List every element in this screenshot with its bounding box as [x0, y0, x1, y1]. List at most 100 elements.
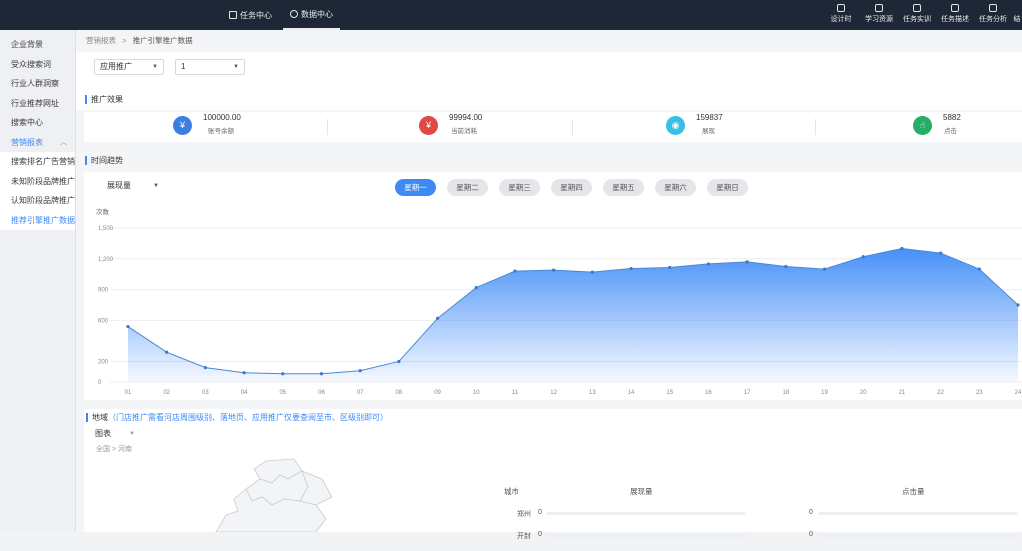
- x-tick-label: 05: [279, 390, 286, 396]
- sidebar-group-marketing-report[interactable]: 营销报表 ︿: [0, 133, 75, 153]
- x-tick-label: 21: [899, 390, 906, 396]
- plan-select[interactable]: 1 ▼: [175, 59, 245, 75]
- sidebar-item-label: 营销报表: [11, 137, 43, 147]
- impressions-bar: [546, 512, 746, 515]
- tool-label: 任务分析: [979, 16, 1007, 23]
- x-tick-label: 19: [821, 390, 828, 396]
- stat-value: 100000.00: [203, 113, 241, 122]
- tool-label: 结: [1013, 16, 1021, 23]
- divider: [327, 119, 328, 135]
- nav-data-center[interactable]: 数据中心: [283, 0, 340, 30]
- sidebar-item-industry-sites[interactable]: 行业推荐网址: [0, 94, 75, 114]
- stat-label: 账号余额: [208, 128, 234, 135]
- diamond-icon: [913, 4, 921, 12]
- region-path[interactable]: 全国 > 河南: [96, 444, 132, 454]
- tab-thursday[interactable]: 星期四: [551, 179, 592, 196]
- clock-icon: [290, 10, 298, 18]
- metric-select[interactable]: 展现量 ▼: [102, 179, 164, 195]
- nav-task-center[interactable]: 任务中心: [222, 0, 279, 30]
- row-city: 郑州: [517, 511, 531, 518]
- stat-value: 159837: [696, 113, 723, 122]
- x-tick-label: 03: [202, 390, 209, 396]
- row-impressions: 0: [538, 509, 542, 516]
- x-tick-label: 12: [550, 390, 557, 396]
- document-icon: [951, 4, 959, 12]
- sidebar-item-unknown-stage[interactable]: 未知阶段品牌推广: [0, 171, 75, 191]
- tool-learning-resource[interactable]: 学习资源: [860, 2, 898, 24]
- tool-task-training[interactable]: 任务实训: [898, 2, 936, 24]
- data-point: [977, 267, 981, 271]
- tool-label: 任务实训: [903, 16, 931, 23]
- x-tick-label: 04: [241, 390, 248, 396]
- tab-sunday[interactable]: 星期日: [707, 179, 748, 196]
- trend-panel: 展现量 ▼ 星期一 星期二 星期三 星期四 星期五 星期六 星期日 次数 0 200 6…: [84, 172, 1022, 400]
- tool-task-description[interactable]: 任务描述: [936, 2, 974, 24]
- sidebar-item-search-ads[interactable]: 搜索排名广告营销: [0, 152, 75, 172]
- timer-icon: [837, 4, 845, 12]
- tab-saturday[interactable]: 星期六: [655, 179, 696, 196]
- tab-tuesday[interactable]: 星期二: [447, 179, 488, 196]
- sidebar-item-company-bg[interactable]: 企业背景: [0, 35, 75, 55]
- tool-label: 任务描述: [941, 16, 969, 23]
- sidebar-item-cognitive-stage[interactable]: 认知阶段品牌推广: [0, 191, 75, 211]
- divider: [815, 119, 816, 135]
- sidebar-item-label: 搜索中心: [11, 118, 43, 127]
- tab-monday[interactable]: 星期一: [395, 179, 436, 196]
- x-tick-label: 24: [1015, 390, 1022, 396]
- tool-task-analysis[interactable]: 任务分析: [974, 2, 1012, 24]
- col-city: 城市: [504, 487, 519, 496]
- tab-friday[interactable]: 星期五: [603, 179, 644, 196]
- trend-section-title: 时间趋势: [85, 156, 123, 165]
- data-point: [319, 372, 324, 376]
- sidebar: 企业背景 受众搜索词 行业人群洞察 行业推荐网址 搜索中心 营销报表 ︿ 搜索排名…: [0, 30, 76, 532]
- blank-icon: [1013, 4, 1021, 12]
- data-point: [668, 265, 672, 270]
- main-content: 营销报表 > 推广引擎推广数据 应用推广 ▼ 1 ▼ 推广效果 ¥ 100000.0…: [76, 30, 1022, 540]
- x-tick-label: 02: [163, 390, 170, 396]
- row-clicks: 0: [809, 531, 813, 538]
- tab-wednesday[interactable]: 星期三: [499, 179, 540, 196]
- promotion-type-select[interactable]: 应用推广 ▼: [94, 59, 164, 75]
- x-tick-label: 22: [937, 390, 944, 396]
- region-section-title: 地域（门店推广需看河店周围级别、落地页、应用推广仅要查阅至市、区级别即可）: [86, 413, 388, 422]
- data-point: [590, 270, 594, 274]
- chevron-down-icon: ▼: [153, 183, 159, 189]
- x-tick-label: 17: [744, 390, 751, 396]
- y-tick-label: 600: [98, 318, 109, 324]
- data-point: [822, 267, 827, 271]
- stat-value: 5882: [943, 113, 961, 122]
- data-point: [900, 246, 904, 251]
- data-point: [358, 369, 362, 373]
- data-point: [1016, 303, 1020, 307]
- clicks-bar: [818, 534, 1018, 537]
- tool-end[interactable]: 结: [1012, 2, 1022, 24]
- coin-icon: ¥: [419, 116, 438, 135]
- breadcrumb-parent[interactable]: 营销报表: [86, 36, 116, 45]
- x-tick-label: 13: [589, 390, 596, 396]
- y-tick-label: 1,500: [98, 226, 114, 232]
- stat-label: 点击: [944, 128, 957, 135]
- row-impressions: 0: [538, 531, 542, 538]
- sidebar-item-audience-keywords[interactable]: 受众搜索词: [0, 55, 75, 75]
- sidebar-item-label: 推荐引擎推广数据: [11, 215, 75, 225]
- sidebar-item-industry-insight[interactable]: 行业人群洞察: [0, 74, 75, 94]
- col-clicks: 点击量: [902, 487, 925, 496]
- sidebar-item-search-center[interactable]: 搜索中心: [0, 113, 75, 133]
- x-tick-label: 20: [860, 390, 867, 396]
- sidebar-item-label: 行业推荐网址: [11, 98, 59, 108]
- region-mode-select[interactable]: 图表 ▼: [90, 427, 140, 441]
- data-point: [126, 324, 130, 329]
- tool-design-time[interactable]: 设计时: [822, 2, 860, 24]
- data-point: [939, 251, 943, 255]
- col-impressions: 展现量: [630, 487, 653, 496]
- region-mode-value: 图表: [95, 429, 111, 438]
- sidebar-item-recommend-engine[interactable]: 推荐引擎推广数据: [0, 210, 75, 230]
- row-clicks: 0: [809, 509, 813, 516]
- x-tick-label: 11: [512, 390, 519, 396]
- data-point: [242, 371, 246, 375]
- breadcrumb-current: 推广引擎推广数据: [132, 36, 193, 45]
- divider: [572, 119, 573, 135]
- stat-label: 当前消耗: [451, 128, 477, 135]
- stat-value: 99994.00: [449, 113, 483, 122]
- plan-value: 1: [181, 62, 186, 71]
